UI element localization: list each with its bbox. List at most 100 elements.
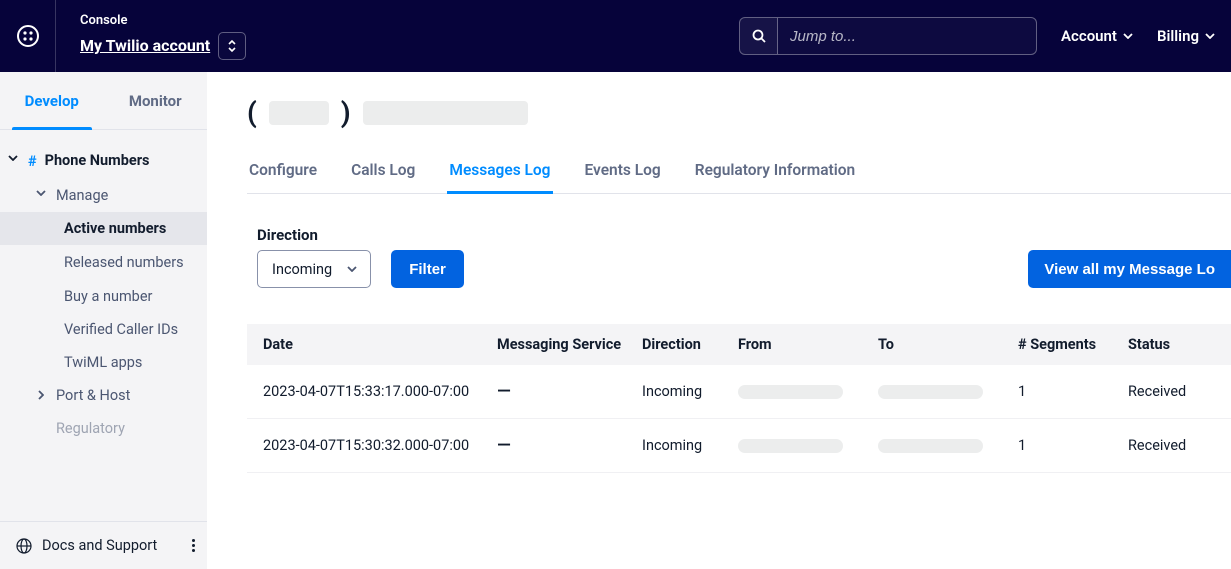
nav-verified-caller-ids-label: Verified Caller IDs (64, 321, 178, 338)
search-wrap (739, 17, 1037, 55)
cell-segments: 1 (1018, 383, 1128, 400)
chevron-down-icon (1205, 33, 1215, 39)
console-label: Console (80, 13, 246, 28)
ctab-regulatory-info[interactable]: Regulatory Information (693, 153, 858, 193)
nav-manage-label: Manage (56, 187, 108, 204)
logo-cell[interactable] (0, 0, 56, 72)
billing-menu-label: Billing (1157, 27, 1199, 45)
nav-released-numbers[interactable]: Released numbers (0, 245, 207, 281)
paren-open: ( (247, 96, 257, 129)
account-block: Console My Twilio account (56, 13, 246, 60)
search-icon (752, 29, 766, 43)
tab-develop[interactable]: Develop (0, 72, 104, 129)
hash-icon: # (28, 153, 37, 170)
th-to: To (878, 336, 1018, 353)
nav-manage[interactable]: Manage (0, 179, 207, 212)
cell-messaging-service: — (497, 381, 642, 402)
th-date: Date (247, 336, 497, 353)
th-segments: # Segments (1018, 336, 1128, 353)
nav-buy-a-number[interactable]: Buy a number (0, 280, 207, 313)
ctab-events-log[interactable]: Events Log (583, 153, 663, 193)
chevron-down-icon (1123, 33, 1133, 39)
content-tabs: Configure Calls Log Messages Log Events … (247, 153, 1231, 194)
cell-from (738, 439, 878, 453)
cell-date: 2023-04-07T15:30:32.000-07:00 (247, 437, 497, 454)
th-status: Status (1128, 336, 1231, 353)
nav-active-numbers[interactable]: Active numbers (0, 212, 207, 245)
nav-verified-caller-ids[interactable]: Verified Caller IDs (0, 313, 207, 346)
app-header: Console My Twilio account (0, 0, 1231, 72)
ctab-messages-log[interactable]: Messages Log (447, 153, 552, 193)
cell-messaging-service: — (497, 435, 642, 456)
main-content: ( ) Configure Calls Log Messages Log Eve… (207, 72, 1231, 569)
paren-close: ) (341, 96, 351, 129)
nav-released-numbers-label: Released numbers (64, 253, 184, 273)
account-name-link[interactable]: My Twilio account (80, 36, 210, 55)
chevron-down-icon (8, 155, 18, 161)
nav-port-host-label: Port & Host (56, 387, 130, 404)
direction-label: Direction (257, 226, 371, 244)
tab-monitor[interactable]: Monitor (104, 72, 208, 129)
chevron-down-icon (347, 266, 357, 272)
search-button[interactable] (740, 18, 778, 54)
th-messaging-service: Messaging Service (497, 336, 642, 353)
table-row[interactable]: 2023-04-07T15:30:32.000-07:00 — Incoming… (247, 419, 1231, 473)
cell-direction: Incoming (642, 383, 738, 400)
account-menu[interactable]: Account (1061, 27, 1133, 45)
sidebar-tabs: Develop Monitor (0, 72, 207, 130)
nav-buy-a-number-label: Buy a number (64, 288, 152, 305)
direction-filter-group: Direction Incoming (257, 226, 371, 288)
redacted-to (878, 439, 983, 453)
nav-regulatory-label: Regulatory (56, 420, 125, 437)
direction-select-value: Incoming (272, 261, 332, 278)
nav-twiml-apps-label: TwiML apps (64, 354, 142, 371)
direction-select[interactable]: Incoming (257, 250, 371, 288)
search-input[interactable] (778, 28, 1036, 45)
cell-status: Received (1128, 383, 1231, 400)
redacted-title (363, 101, 528, 125)
cell-date: 2023-04-07T15:33:17.000-07:00 (247, 383, 497, 400)
header-right: Account Billing (739, 17, 1215, 55)
cell-from (738, 385, 878, 399)
redacted-from (738, 439, 843, 453)
nav-regulatory[interactable]: Regulatory (0, 412, 207, 445)
cell-direction: Incoming (642, 437, 738, 454)
table-row[interactable]: 2023-04-07T15:33:17.000-07:00 — Incoming… (247, 365, 1231, 419)
redacted-number (269, 101, 329, 125)
more-menu-button[interactable] (192, 539, 195, 552)
messages-table: Date Messaging Service Direction From To… (247, 324, 1231, 473)
cell-to (878, 439, 1018, 453)
redacted-to (878, 385, 983, 399)
sidebar: Develop Monitor # Phone Numbers Manage A… (0, 72, 207, 569)
ctab-calls-log[interactable]: Calls Log (349, 153, 417, 193)
account-switcher-button[interactable] (218, 32, 246, 60)
account-row: My Twilio account (80, 32, 246, 60)
docs-support-link[interactable]: Docs and Support (42, 537, 157, 554)
updown-chevron-icon (227, 39, 237, 53)
table-header: Date Messaging Service Direction From To… (247, 324, 1231, 365)
layout: Develop Monitor # Phone Numbers Manage A… (0, 72, 1231, 569)
nav-twiml-apps[interactable]: TwiML apps (0, 346, 207, 379)
nav-phone-numbers-label: Phone Numbers (45, 152, 150, 171)
sidebar-footer: Docs and Support (0, 521, 207, 569)
nav-active-numbers-label: Active numbers (64, 220, 166, 237)
globe-icon (16, 538, 32, 554)
chevron-right-icon (38, 390, 44, 400)
cell-segments: 1 (1018, 437, 1128, 454)
chevron-down-icon (36, 190, 46, 196)
th-direction: Direction (642, 336, 738, 353)
redacted-from (738, 385, 843, 399)
twilio-logo-icon (16, 24, 40, 48)
th-from: From (738, 336, 878, 353)
view-all-messages-button[interactable]: View all my Message Lo (1028, 250, 1231, 288)
nav-port-host[interactable]: Port & Host (0, 379, 207, 412)
sidebar-nav[interactable]: # Phone Numbers Manage Active numbers Re… (0, 130, 207, 521)
account-menu-label: Account (1061, 27, 1117, 45)
cell-to (878, 385, 1018, 399)
filter-button[interactable]: Filter (391, 250, 464, 288)
filter-row: Direction Incoming Filter View all my Me… (247, 226, 1231, 288)
ctab-configure[interactable]: Configure (247, 153, 319, 193)
billing-menu[interactable]: Billing (1157, 27, 1215, 45)
nav-phone-numbers[interactable]: # Phone Numbers (0, 144, 207, 179)
cell-status: Received (1128, 437, 1231, 454)
